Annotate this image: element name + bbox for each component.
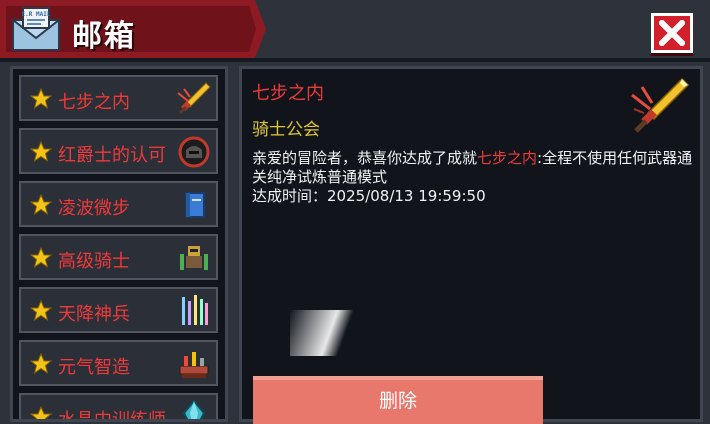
star-icon <box>30 406 52 419</box>
knight-icon <box>180 246 208 270</box>
mail-item-label: 水晶中训练师 <box>58 410 166 422</box>
mail-item-label: 凌波微步 <box>58 198 130 219</box>
workbench-icon <box>179 352 209 378</box>
title-bar: E.R MAIL 邮箱 <box>0 0 710 62</box>
mail-item-label: 七步之内 <box>58 92 130 113</box>
mail-list-item-6[interactable]: 水晶中训练师 <box>19 393 218 422</box>
mail-icon: E.R MAIL <box>11 7 61 51</box>
helmet-icon <box>178 136 210 168</box>
close-button[interactable] <box>651 13 693 53</box>
mail-item-label: 红爵士的认可 <box>58 145 166 166</box>
mail-body-text: 亲爱的冒险者，恭喜你达成了成就 <box>252 149 478 167</box>
mail-detail-sender: 骑士公会 <box>252 120 320 140</box>
sword-icon <box>631 77 690 133</box>
mail-item-label: 元气智造 <box>58 357 130 378</box>
weapons-icon <box>182 295 208 325</box>
mail-detail-title: 七步之内 <box>252 83 324 104</box>
crystal-icon <box>182 399 206 419</box>
mail-detail-body: 亲爱的冒险者，恭喜你达成了成就七步之内:全程不使用任何武器通关纯净试炼普通模式 … <box>252 149 702 206</box>
window-title: 邮箱 <box>72 19 136 54</box>
star-icon <box>30 88 52 110</box>
mail-list-item-4[interactable]: 天降神兵 <box>19 287 218 333</box>
star-icon <box>30 300 52 322</box>
mail-body-highlight: 七步之内 <box>477 149 538 167</box>
mail-list[interactable]: 七步之内 红爵士的认可 凌波微步 高级骑士 天降神兵 元气智造 水晶中训练师 <box>10 66 228 422</box>
achieved-time-label: 达成时间： <box>252 187 328 205</box>
star-icon <box>30 353 52 375</box>
button-shine-overlay <box>290 310 380 356</box>
delete-button[interactable]: 删除 <box>253 376 543 424</box>
sword-icon <box>177 82 211 115</box>
book-icon <box>185 192 205 218</box>
mail-list-item-3[interactable]: 高级骑士 <box>19 234 218 280</box>
mail-icon-text: E.R MAIL <box>22 11 51 18</box>
mail-list-item-0[interactable]: 七步之内 <box>19 75 218 121</box>
achieved-time-value: 2025/08/13 19:59:50 <box>327 187 486 205</box>
mail-item-label: 高级骑士 <box>58 251 130 272</box>
mail-detail-panel: 七步之内 骑士公会 亲爱的冒险者，恭喜你达成了成就七步之内:全程不使用任何武器通… <box>239 66 703 424</box>
mail-list-item-5[interactable]: 元气智造 <box>19 340 218 386</box>
star-icon <box>30 194 52 216</box>
star-icon <box>30 141 52 163</box>
mail-item-label: 天降神兵 <box>58 304 130 325</box>
mail-list-item-1[interactable]: 红爵士的认可 <box>19 128 218 174</box>
mail-list-item-2[interactable]: 凌波微步 <box>19 181 218 227</box>
star-icon <box>30 247 52 269</box>
close-icon <box>659 20 685 46</box>
